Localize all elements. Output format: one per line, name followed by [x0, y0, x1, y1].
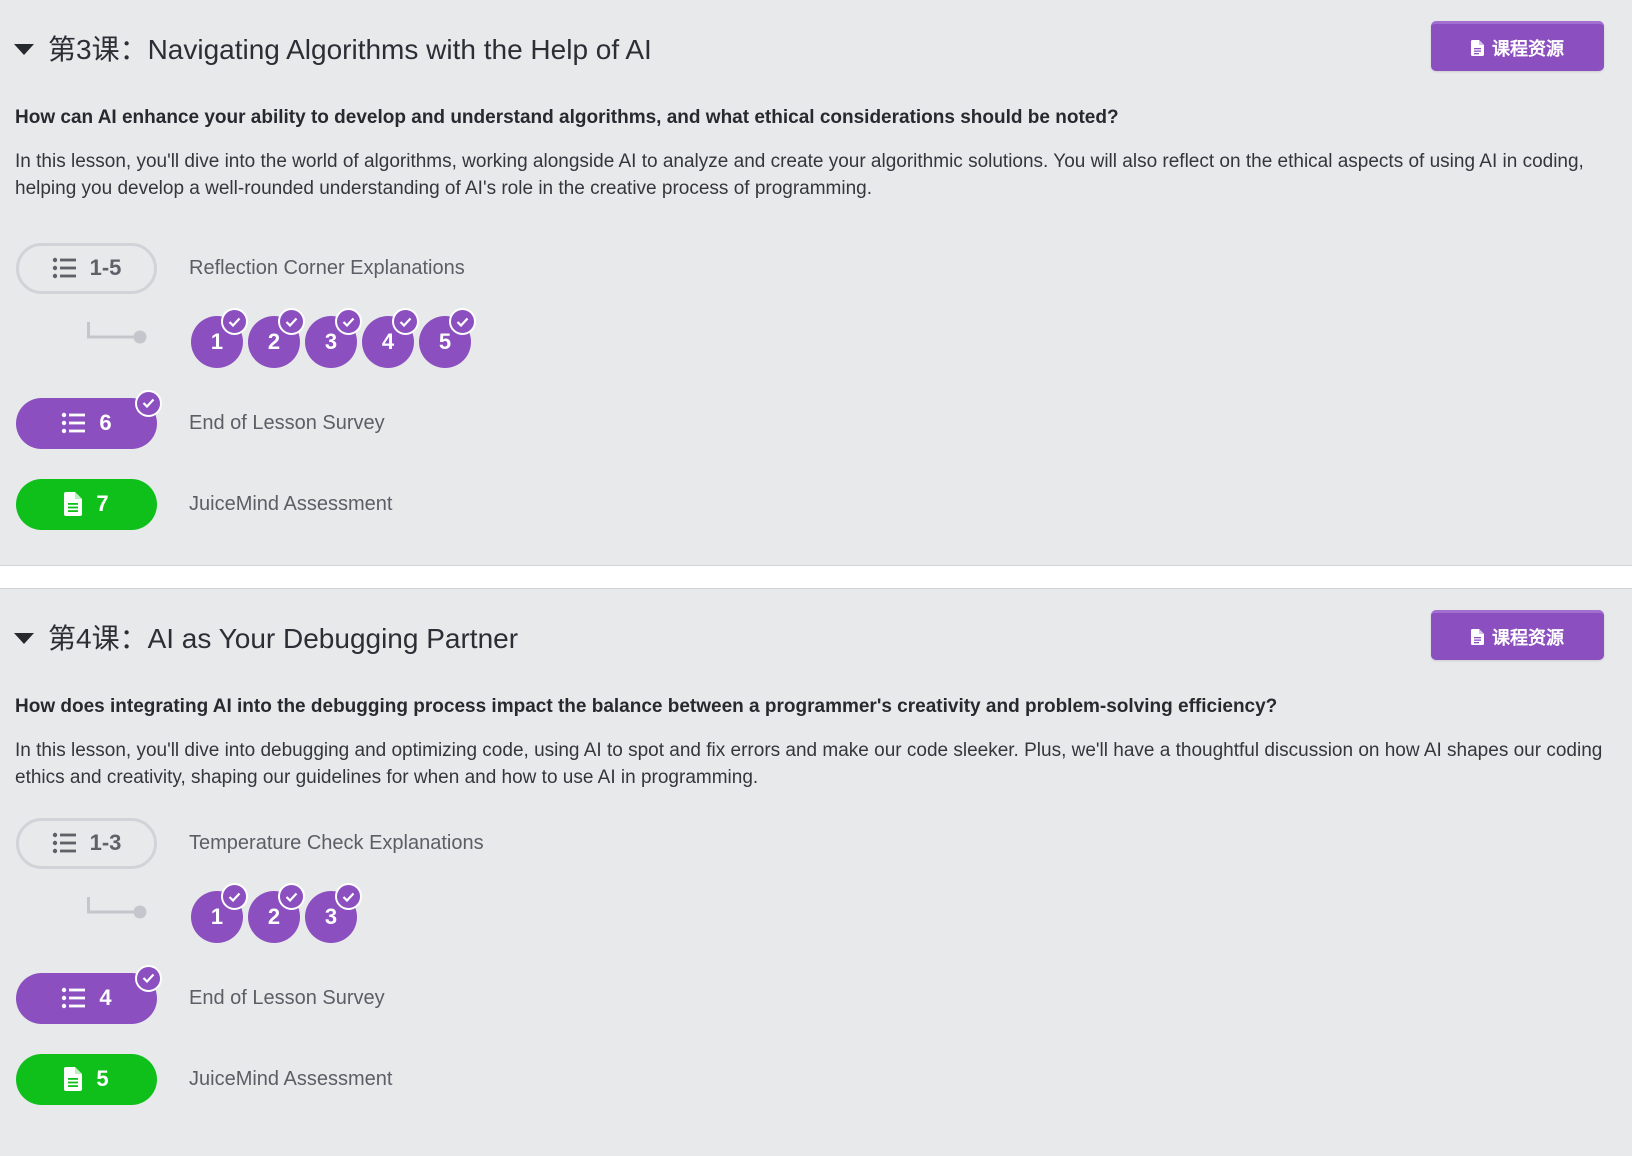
lesson-question: How does integrating AI into the debuggi… [15, 696, 1278, 717]
question-item[interactable]: 2 [248, 883, 305, 943]
caret-down-icon[interactable] [14, 632, 34, 644]
question-number: 1 [210, 329, 224, 354]
check-icon [392, 308, 419, 335]
question-number: 3 [324, 329, 338, 354]
activity-group-pill[interactable]: 1-5 [16, 242, 157, 294]
activity-label[interactable]: Reflection Corner Explanations [189, 257, 465, 280]
check-icon [135, 964, 162, 992]
lesson-resources-button[interactable]: 课程资源 [1431, 610, 1604, 660]
question-item[interactable]: 2 [248, 308, 305, 368]
activity-number: 7 [96, 491, 109, 516]
question-number: 1 [210, 904, 224, 929]
document-icon [1471, 628, 1484, 645]
question-number: 3 [324, 904, 338, 929]
file-icon [64, 492, 83, 516]
activity-assessment-row: 7 JuiceMind Assessment [16, 478, 392, 530]
activity-label[interactable]: Temperature Check Explanations [189, 832, 484, 855]
activity-group-pill[interactable]: 1-3 [16, 817, 157, 869]
lesson-title: 第4课：AI as Your Debugging Partner [48, 623, 519, 654]
resources-button-label: 课程资源 [1492, 38, 1564, 59]
section-divider [0, 565, 1632, 589]
question-number: 5 [438, 329, 452, 354]
question-item[interactable]: 3 [305, 308, 362, 368]
activity-assessment-row: 5 JuiceMind Assessment [16, 1053, 392, 1105]
survey-pill[interactable]: 6 [16, 389, 162, 449]
question-circles: 1 2 3 4 5 [191, 308, 476, 368]
check-icon [135, 389, 162, 417]
question-number: 2 [267, 329, 281, 354]
activity-number: 5 [96, 1066, 109, 1091]
list-icon [62, 987, 86, 1009]
activity-range: 1-3 [89, 830, 122, 855]
caret-down-icon[interactable] [14, 43, 34, 55]
question-item[interactable]: 1 [191, 308, 248, 368]
question-item[interactable]: 4 [362, 308, 419, 368]
question-item[interactable]: 3 [305, 883, 362, 943]
resources-button-label: 课程资源 [1492, 627, 1564, 648]
check-icon [221, 308, 248, 335]
document-icon [1471, 39, 1484, 56]
check-icon [335, 308, 362, 335]
activity-label[interactable]: End of Lesson Survey [189, 987, 385, 1010]
activity-label[interactable]: JuiceMind Assessment [189, 493, 392, 516]
tree-connector [87, 897, 147, 919]
check-icon [335, 883, 362, 910]
tree-connector [87, 322, 147, 344]
lesson-title: 第3课：Navigating Algorithms with the Help … [48, 34, 652, 65]
lesson-description: In this lesson, you'll dive into debuggi… [15, 740, 1603, 788]
lesson-section: 第4课：AI as Your Debugging Partner 课程资源 Ho… [0, 589, 1632, 1156]
question-item[interactable]: 1 [191, 883, 248, 943]
question-item[interactable]: 5 [419, 308, 476, 368]
check-icon [449, 308, 476, 335]
activity-group-row: 1-5 Reflection Corner Explanations [16, 242, 465, 294]
lesson-resources-button[interactable]: 课程资源 [1431, 21, 1604, 71]
lesson-section: 第3课：Navigating Algorithms with the Help … [0, 0, 1632, 565]
activity-number: 6 [99, 410, 112, 435]
question-number: 4 [381, 329, 395, 354]
activity-group-row: 1-3 Temperature Check Explanations [16, 817, 484, 869]
question-circles: 1 2 3 [191, 883, 362, 943]
list-icon [52, 832, 76, 854]
activity-number: 4 [99, 985, 112, 1010]
assessment-pill[interactable]: 7 [16, 478, 157, 530]
list-icon [52, 257, 76, 279]
question-number: 2 [267, 904, 281, 929]
survey-pill[interactable]: 4 [16, 964, 162, 1024]
check-icon [278, 883, 305, 910]
list-icon [62, 412, 86, 434]
check-icon [278, 308, 305, 335]
lesson-description: In this lesson, you'll dive into the wor… [15, 151, 1584, 199]
file-icon [64, 1067, 83, 1091]
activity-label[interactable]: JuiceMind Assessment [189, 1068, 392, 1091]
activity-survey-row: 6 End of Lesson Survey [16, 389, 385, 449]
lesson-header[interactable]: 第3课：Navigating Algorithms with the Help … [14, 28, 652, 68]
lesson-header[interactable]: 第4课：AI as Your Debugging Partner [14, 617, 518, 657]
assessment-pill[interactable]: 5 [16, 1053, 157, 1105]
activity-label[interactable]: End of Lesson Survey [189, 412, 385, 435]
check-icon [221, 883, 248, 910]
activity-survey-row: 4 End of Lesson Survey [16, 964, 385, 1024]
lesson-question: How can AI enhance your ability to devel… [15, 107, 1119, 128]
activity-range: 1-5 [89, 255, 122, 280]
